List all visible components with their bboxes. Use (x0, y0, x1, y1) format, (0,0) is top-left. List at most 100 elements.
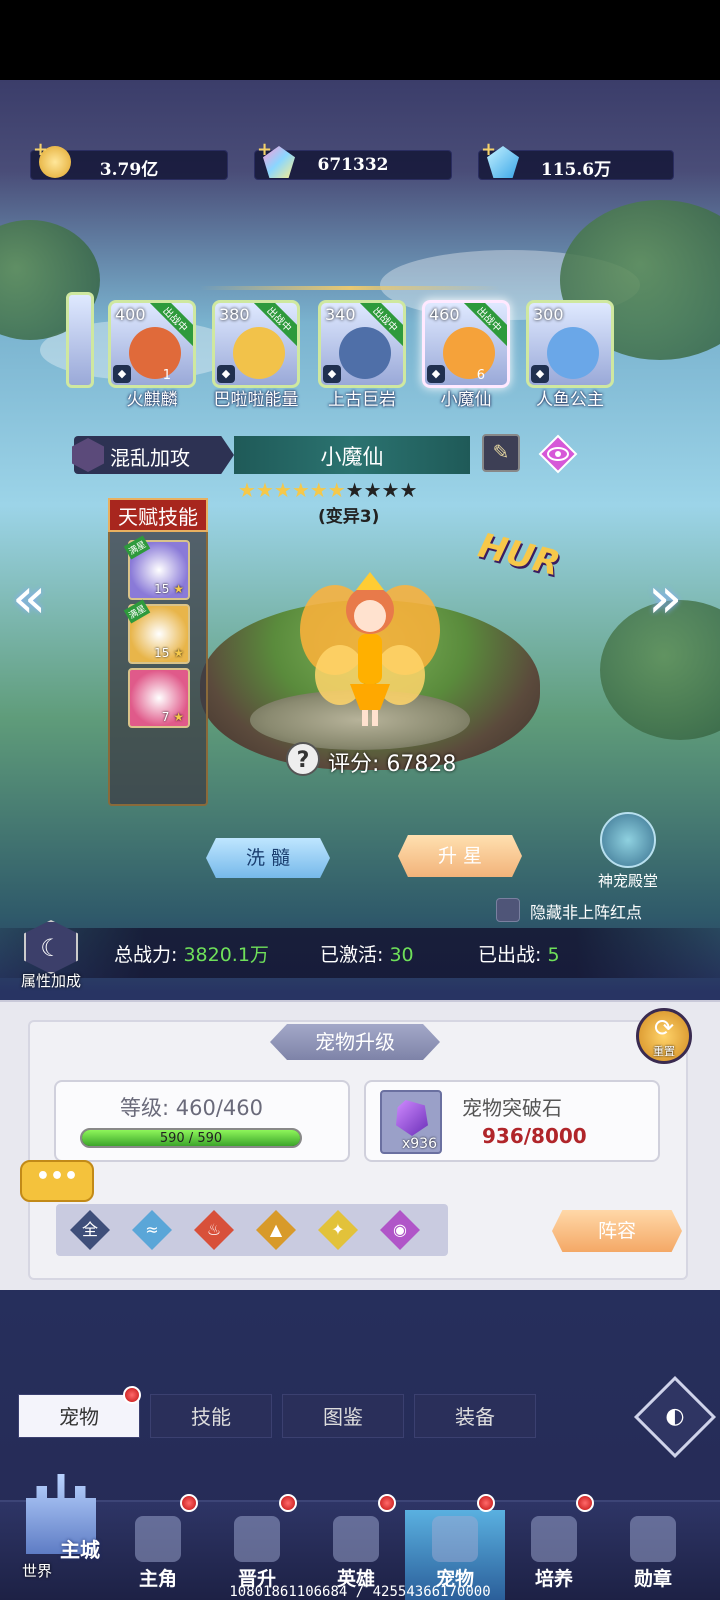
pet-card[interactable]: 340 出战中 ◆ (318, 300, 406, 388)
lineup-button[interactable]: 阵容 (552, 1210, 682, 1252)
tab[interactable]: 宠物 (18, 1394, 140, 1438)
help-icon[interactable]: ? (286, 742, 320, 776)
talent-skill-icon[interactable]: 满星 15 ★ (123, 599, 190, 664)
nav-icon (135, 1516, 181, 1562)
element-filter[interactable]: 全 (70, 1210, 110, 1250)
talent-skill-level: 15 ★ (154, 646, 184, 660)
nav-icon (234, 1516, 280, 1562)
element-filter[interactable]: ♨ (194, 1210, 234, 1250)
gem-icon (396, 1100, 428, 1136)
wash-button[interactable]: 洗 髓 (206, 838, 330, 878)
carousel-ornament (200, 286, 500, 290)
gold-currency[interactable]: + 3.79亿 (30, 139, 228, 180)
pet-star-count: 1 (162, 368, 171, 383)
crystal-currency[interactable]: + 671332 (254, 139, 452, 180)
pet-hall-icon (600, 812, 656, 868)
tab[interactable]: 技能 (150, 1394, 272, 1438)
water-element-icon: ◆ (323, 365, 341, 383)
attribute-bonus-button[interactable]: ☾ 属性加成 (12, 920, 90, 991)
talent-skill-icon[interactable]: 7 ★ (128, 668, 190, 728)
pet-name-bar: 小魔仙 (234, 436, 470, 474)
nav-icon (531, 1516, 577, 1562)
element-filter[interactable]: ◉ (380, 1210, 420, 1250)
eye-icon (538, 434, 578, 474)
pet-hall-label: 神宠殿堂 (597, 872, 658, 890)
pet-card[interactable]: 460 出战中 ◆ 6 (422, 300, 510, 388)
deployed-label: 已出战: (478, 944, 542, 966)
pet-level: 400 (115, 305, 146, 324)
star-icon: ★ (291, 478, 310, 502)
total-power-label: 总战力: (114, 944, 178, 966)
checkbox[interactable] (496, 898, 520, 922)
stone-count: x936 (401, 1136, 437, 1152)
prev-pet-arrow[interactable]: « (12, 566, 46, 631)
total-power-value: 3820.1万 (183, 944, 269, 966)
element-filter[interactable]: ✦ (318, 1210, 358, 1250)
hide-red-dot-label: 隐藏非上阵红点 (530, 903, 643, 922)
talent-skill-icon[interactable]: 满星 15 ★ (123, 535, 190, 600)
stone-name: 宠物突破石 (462, 1096, 562, 1120)
deployed-value: 5 (547, 944, 560, 966)
next-pet-arrow[interactable]: » (648, 566, 682, 631)
fire-element-icon: ◆ (113, 365, 131, 383)
tab[interactable]: 图鉴 (282, 1394, 404, 1438)
tab[interactable]: 装备 (414, 1394, 536, 1438)
pet-level: 340 (325, 305, 356, 324)
stone-quantity: 936/8000 (482, 1124, 587, 1148)
pet-card-partial[interactable] (66, 292, 94, 388)
wind-element-icon: ◆ (217, 365, 235, 383)
star-icon: ★ (327, 478, 346, 502)
main-city-button[interactable]: 主城 世界 (6, 1464, 110, 1594)
pet-card-name: 小魔仙 (440, 390, 492, 410)
xp-bar: 590 / 590 (80, 1128, 302, 1148)
pet-portrait (233, 327, 285, 379)
pet-portrait (547, 327, 599, 379)
reset-button[interactable]: ⟳ 重置 (636, 1008, 692, 1064)
notification-dot (279, 1494, 297, 1512)
total-power: 总战力: 3820.1万 (114, 940, 269, 967)
max-star-badge: 满星 (123, 599, 151, 624)
star-icon: ★ (238, 478, 256, 502)
crystal-value: 671332 (317, 155, 389, 175)
star-icon: ★ (363, 478, 382, 502)
chaos-eye-button[interactable] (538, 434, 578, 474)
pet-hall-button[interactable]: 神宠殿堂 (592, 812, 664, 891)
star-icon: ★ (273, 478, 292, 502)
pet-card-name: 火麒麟 (126, 390, 178, 410)
star-icon: ★ (399, 478, 418, 502)
pet-card[interactable]: 300 ◆ (526, 300, 614, 388)
level-label: 等级: 460/460 (120, 1096, 263, 1120)
breakthrough-stone-icon[interactable]: x936 (380, 1090, 442, 1154)
element-filter[interactable]: ≈ (132, 1210, 172, 1250)
star-up-button[interactable]: 升 星 (398, 835, 522, 877)
pet-card-name: 人鱼公主 (536, 390, 604, 410)
refresh-icon: ⟳ (653, 1014, 675, 1042)
wind-element-icon: ◆ (531, 365, 549, 383)
element-filter-bar: 全 ≈ ♨ ▲ ✦ ◉ (56, 1204, 448, 1256)
variant-label: (变异3) (318, 507, 380, 527)
rename-button[interactable]: ✎ (482, 434, 520, 472)
footer-id: 10801861106684 / 42554366170000 (229, 1584, 491, 1600)
pet-card[interactable]: 400 出战中 ◆ 1 (108, 300, 196, 388)
nav-icon (333, 1516, 379, 1562)
talent-skill-level: 7 ★ (161, 710, 184, 724)
main-city-label: 主城 (60, 1538, 100, 1562)
xp-text: 590 / 590 (159, 1131, 223, 1146)
notification-dot (477, 1494, 495, 1512)
activated-value: 30 (389, 944, 414, 966)
star-icon: ★ (255, 478, 274, 502)
diamond-currency[interactable]: + 115.6万 (478, 139, 674, 180)
chat-bubble-button[interactable]: ••• (20, 1160, 94, 1202)
nav-icon (630, 1516, 676, 1562)
gold-value: 3.79亿 (99, 160, 159, 180)
pet-level: 380 (219, 305, 250, 324)
star-icon: ★ (345, 478, 364, 502)
breakthrough-stone-box[interactable]: x936 宠物突破石 936/8000 (364, 1080, 660, 1162)
element-filter[interactable]: ▲ (256, 1210, 296, 1250)
pet-character (300, 560, 440, 730)
notification-dot (378, 1494, 396, 1512)
quill-icon: ✎ (492, 440, 510, 464)
activated-label: 已激活: (320, 944, 384, 966)
pet-star-count: 6 (476, 368, 485, 383)
pet-card[interactable]: 380 出战中 ◆ (212, 300, 300, 388)
